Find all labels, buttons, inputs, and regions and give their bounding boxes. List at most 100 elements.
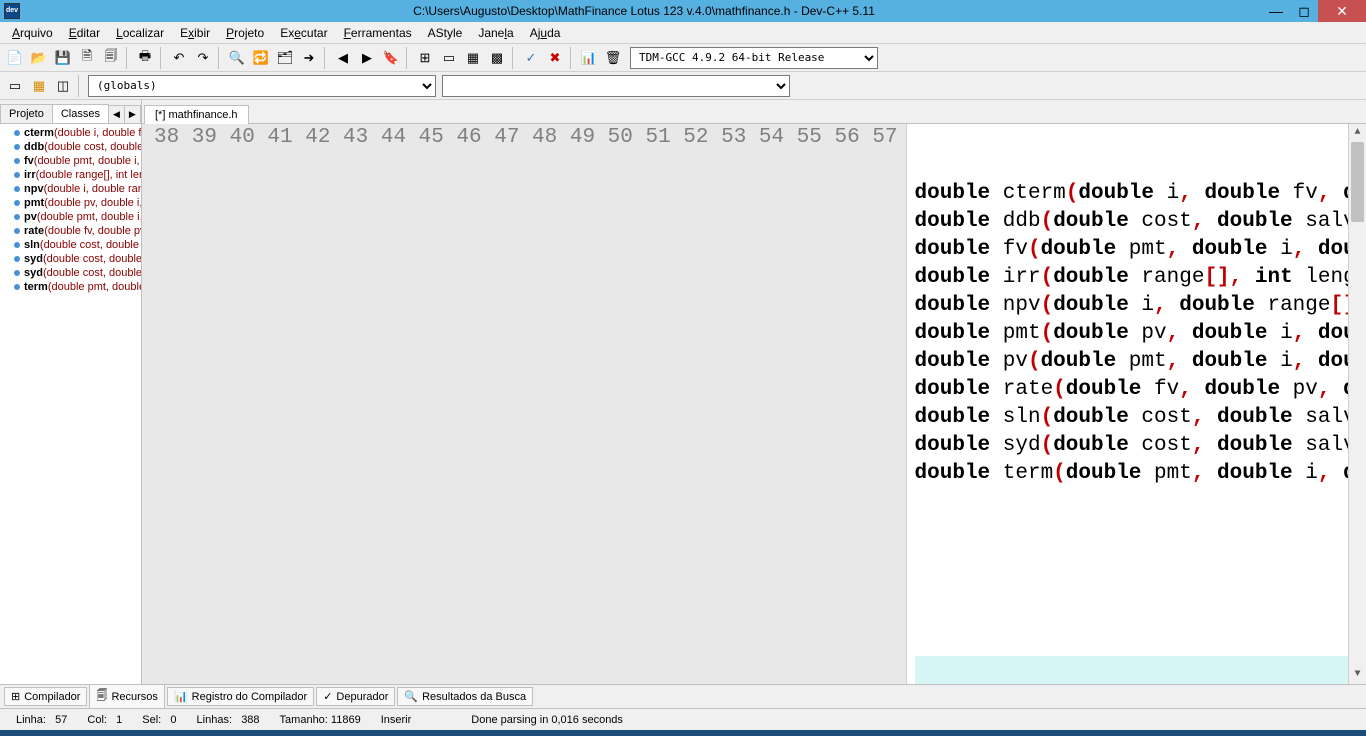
class-item-irr[interactable]: irr (double range[], int length) <box>0 168 141 182</box>
tab-icon: ✓ <box>323 690 332 703</box>
menu-localizar[interactable]: Localizar <box>108 24 172 42</box>
function-icon <box>14 144 20 150</box>
find-in-files-button[interactable]: 🗂 <box>274 47 296 69</box>
content-area: Projeto Classes ◀ ▶ cterm (double i, dou… <box>0 100 1366 684</box>
bottom-tab-depurador[interactable]: ✓Depurador <box>316 687 395 706</box>
function-icon <box>14 242 20 248</box>
print-button[interactable]: 🖶 <box>134 47 156 69</box>
class-item-cterm[interactable]: cterm (double i, double fv, double pv) <box>0 126 141 140</box>
class-item-rate[interactable]: rate (double fv, double pv, double n, in… <box>0 224 141 238</box>
forward-button[interactable]: ▶ <box>356 47 378 69</box>
status-col: Col: 1 <box>77 714 132 726</box>
debug-button[interactable]: ✓ <box>520 47 542 69</box>
scroll-down-icon[interactable]: ▼ <box>1349 666 1366 684</box>
function-icon <box>14 158 20 164</box>
save-all-button[interactable]: 🗎 <box>76 47 98 69</box>
statusbar: Linha: 57 Col: 1 Sel: 0 Linhas: 388 Tama… <box>0 708 1366 730</box>
function-icon <box>14 186 20 192</box>
code-editor[interactable]: 38 39 40 41 42 43 44 45 46 47 48 49 50 5… <box>142 124 1366 684</box>
scope-select[interactable]: (globals) <box>88 75 436 97</box>
menu-projeto[interactable]: Projeto <box>218 24 272 42</box>
class-item-syd[interactable]: syd (double cost, double salvage, int li… <box>0 252 141 266</box>
replace-button[interactable]: 🔁 <box>250 47 272 69</box>
class-item-term[interactable]: term (double pmt, double i, double fv, i… <box>0 280 141 294</box>
compile-run-button[interactable]: ▦ <box>462 47 484 69</box>
new-file-button[interactable]: 📄 <box>4 47 26 69</box>
rebuild-button[interactable]: ▩ <box>486 47 508 69</box>
function-icon <box>14 214 20 220</box>
open-button[interactable]: 📂 <box>28 47 50 69</box>
new-class-button[interactable]: ▭ <box>4 75 26 97</box>
class-item-npv[interactable]: npv (double i, double range[], int lengt… <box>0 182 141 196</box>
class-item-pv[interactable]: pv (double pmt, double i, double n, int … <box>0 210 141 224</box>
goto-button[interactable]: ➜ <box>298 47 320 69</box>
sidebar: Projeto Classes ◀ ▶ cterm (double i, dou… <box>0 100 142 684</box>
editor-area: [*] mathfinance.h 38 39 40 41 42 43 44 4… <box>142 100 1366 684</box>
minimize-button[interactable]: — <box>1262 0 1290 22</box>
status-linhas: Linhas: 388 <box>187 714 270 726</box>
menu-editar[interactable]: Editar <box>61 24 108 42</box>
menu-astyle[interactable]: AStyle <box>420 24 471 42</box>
line-gutter: 38 39 40 41 42 43 44 45 46 47 48 49 50 5… <box>142 124 907 684</box>
file-tab-mathfinance[interactable]: [*] mathfinance.h <box>144 105 249 124</box>
menu-janela[interactable]: Janela <box>470 24 521 42</box>
compile-button[interactable]: ⊞ <box>414 47 436 69</box>
compiler-select[interactable]: TDM-GCC 4.9.2 64-bit Release <box>630 47 878 69</box>
insert-button[interactable]: ▦ <box>28 75 50 97</box>
find-button[interactable]: 🔍 <box>226 47 248 69</box>
separator <box>406 47 410 69</box>
menu-ajuda[interactable]: Ajuda <box>522 24 569 42</box>
maximize-button[interactable]: ◻ <box>1290 0 1318 22</box>
tab-prev[interactable]: ◀ <box>108 105 125 123</box>
menu-ferramentas[interactable]: Ferramentas <box>336 24 420 42</box>
function-icon <box>14 200 20 206</box>
redo-button[interactable]: ↷ <box>192 47 214 69</box>
titlebar: dev C:\Users\Augusto\Desktop\MathFinance… <box>0 0 1366 22</box>
class-item-fv[interactable]: fv (double pmt, double i, double n, int … <box>0 154 141 168</box>
bottom-tab-compilador[interactable]: ⊞Compilador <box>4 687 87 706</box>
member-select[interactable] <box>442 75 790 97</box>
separator <box>78 75 82 97</box>
separator <box>126 47 130 69</box>
class-item-syd[interactable]: syd (double cost, double salvage, int li… <box>0 266 141 280</box>
bottom-tab-recursos[interactable]: 🗐Recursos <box>89 684 164 709</box>
window-title: C:\Users\Augusto\Desktop\MathFinance Lot… <box>26 4 1262 18</box>
back-button[interactable]: ◀ <box>332 47 354 69</box>
scroll-up-icon[interactable]: ▲ <box>1349 124 1366 142</box>
save-button[interactable]: 💾 <box>52 47 74 69</box>
undo-button[interactable]: ↶ <box>168 47 190 69</box>
scroll-thumb[interactable] <box>1351 142 1364 222</box>
class-item-pmt[interactable]: pmt (double pv, double i, double n, int … <box>0 196 141 210</box>
status-mode: Inserir <box>371 714 422 726</box>
vertical-scrollbar[interactable]: ▲ ▼ <box>1348 124 1366 684</box>
code-content[interactable]: double cterm(double i, double fv, double… <box>907 124 1348 684</box>
separator <box>160 47 164 69</box>
menu-exibir[interactable]: Exibir <box>172 24 218 42</box>
tab-next[interactable]: ▶ <box>124 105 141 123</box>
window-buttons: — ◻ ✕ <box>1262 0 1366 22</box>
function-icon <box>14 172 20 178</box>
delete-profile-button[interactable]: 🗑 <box>602 47 624 69</box>
bookmark-button[interactable]: 🔖 <box>380 47 402 69</box>
tab-projeto[interactable]: Projeto <box>0 104 53 123</box>
menu-executar[interactable]: Executar <box>272 24 335 42</box>
status-linha: Linha: 57 <box>6 714 77 726</box>
app-icon: dev <box>4 3 20 19</box>
run-button[interactable]: ▭ <box>438 47 460 69</box>
menu-arquivo[interactable]: Arquivo <box>4 24 61 42</box>
tab-classes[interactable]: Classes <box>52 104 109 123</box>
bottom-tab-resultados-da-busca[interactable]: 🔍Resultados da Busca <box>397 687 533 706</box>
function-icon <box>14 228 20 234</box>
profile-button[interactable]: 📊 <box>578 47 600 69</box>
stop-button[interactable]: ✖ <box>544 47 566 69</box>
save-as-button[interactable]: 🗐 <box>100 47 122 69</box>
bottom-tab-registro-do-compilador[interactable]: 📊Registro do Compilador <box>167 687 314 706</box>
toggle-button[interactable]: ◫ <box>52 75 74 97</box>
class-item-ddb[interactable]: ddb (double cost, double salvage, int li… <box>0 140 141 154</box>
close-button[interactable]: ✕ <box>1318 0 1366 22</box>
toolbar-main: 📄 📂 💾 🗎 🗐 🖶 ↶ ↷ 🔍 🔁 🗂 ➜ ◀ ▶ 🔖 ⊞ ▭ ▦ ▩ ✓ … <box>0 44 1366 72</box>
bottom-tabs: ⊞Compilador🗐Recursos📊Registro do Compila… <box>0 684 1366 708</box>
tab-icon: 🔍 <box>404 690 418 703</box>
class-item-sln[interactable]: sln (double cost, double salvage, int li… <box>0 238 141 252</box>
tab-icon: 🗐 <box>96 687 107 706</box>
